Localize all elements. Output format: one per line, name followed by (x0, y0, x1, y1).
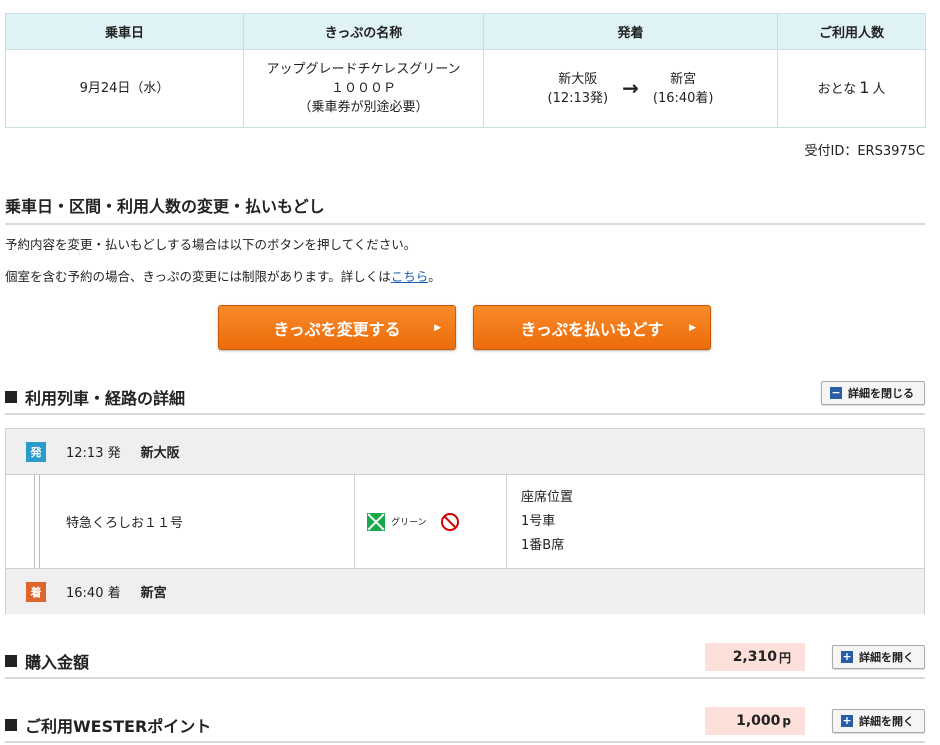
details-link[interactable]: こちら (391, 269, 429, 284)
departure-time: 12:13 発 (66, 446, 121, 461)
passenger-number: 1 (859, 78, 870, 97)
destination: 新宮 (16:40着) (653, 70, 714, 108)
seat-label: 座席位置 (521, 489, 574, 505)
close-details-label: 詳細を閉じる (848, 387, 914, 400)
minus-icon: − (830, 386, 842, 399)
close-details-button[interactable]: − 詳細を閉じる (821, 381, 925, 405)
purchase-section-title-text: 購入金額 (25, 653, 90, 672)
car-number: 1号車 (521, 513, 556, 529)
ticket-name-line2: １０００Ｐ (330, 81, 396, 96)
restriction-text-end: 。 (428, 269, 441, 284)
points-amount-unit: p (782, 714, 791, 728)
change-ticket-label: きっぷを変更する (273, 319, 401, 339)
route-section-title-text: 利用列車・経路の詳細 (25, 389, 186, 408)
refund-ticket-button[interactable]: きっぷを払いもどす ▶ (473, 305, 711, 350)
chevron-right-icon: ▶ (434, 322, 441, 333)
purchase-open-details-button[interactable]: + 詳細を開く (832, 645, 925, 669)
ticket-name-line1: アップグレードチケレスグリーン (266, 62, 461, 77)
points-section-title: ご利用WESTERポイント (5, 713, 211, 737)
origin: 新大阪 (12:13発) (548, 70, 609, 108)
change-ticket-button[interactable]: きっぷを変更する ▶ (218, 305, 456, 350)
reservation-summary-table: 乗車日 きっぷの名称 発着 ご利用人数 9月24日（水） アップグレードチケレス… (5, 13, 926, 128)
departure-row: 発 12:13 発 新大阪 (6, 429, 924, 475)
route-section-title: 利用列車・経路の詳細 (5, 385, 185, 409)
route-section-header: 利用列車・経路の詳細 − 詳細を閉じる (5, 381, 925, 415)
purchase-amount: 2,310 円 (705, 643, 805, 671)
plus-icon: + (841, 714, 853, 727)
destination-station: 新宮 (670, 71, 697, 87)
ticket-name: アップグレードチケレスグリーン １０００Ｐ （乗車券が別途必要） (243, 49, 484, 128)
points-open-details-button[interactable]: + 詳細を開く (832, 709, 925, 733)
ticket-name-line3: （乗車券が別途必要） (298, 100, 429, 115)
chevron-right-icon: ▶ (689, 322, 696, 333)
change-section-title: 乗車日・区間・利用人数の変更・払いもどし (5, 193, 925, 225)
header-ticket-name: きっぷの名称 (243, 13, 484, 50)
points-section-header: ご利用WESTERポイント 1,000 p + 詳細を開く (5, 707, 925, 743)
train-row: 特急くろしお１１号 グリーン 座席位置 1号車 1番B席 (6, 475, 924, 568)
green-car-label: グリーン (391, 518, 427, 528)
ride-date: 9月24日（水） (5, 49, 244, 128)
purchase-amount-value: 2,310 (732, 649, 777, 665)
seat-number: 1番B席 (521, 537, 565, 553)
origin-time: (12:13発) (547, 90, 609, 106)
square-bullet-icon (5, 655, 17, 667)
summary-data-row: 9月24日（水） アップグレードチケレスグリーン １０００Ｐ （乗車券が別途必要… (5, 49, 926, 128)
train-name: 特急くろしお１１号 (6, 475, 355, 568)
change-restriction-note: 個室を含む予約の場合、きっぷの変更には制限があります。詳しくはこちら。 (5, 266, 441, 285)
green-car-icon (367, 512, 385, 531)
plus-icon: + (841, 650, 853, 663)
header-date: 乗車日 (5, 13, 244, 50)
square-bullet-icon (5, 719, 17, 731)
restriction-text: 個室を含む予約の場合、きっぷの変更には制限があります。詳しくは (5, 269, 391, 284)
change-instructions: 予約内容を変更・払いもどしする場合は以下のボタンを押してください。 (5, 237, 417, 252)
arrival-row: 着 16:40 着 新宮 (6, 568, 924, 614)
no-smoking-icon (440, 512, 459, 531)
purchase-amount-unit: 円 (778, 650, 791, 665)
origin-station: 新大阪 (558, 71, 598, 87)
arrival-time: 16:40 着 (66, 586, 121, 601)
passenger-count: おとな 1 人 (777, 49, 926, 128)
destination-time: (16:40着) (652, 90, 714, 106)
purchase-section-title: 購入金額 (5, 649, 89, 673)
header-route: 発着 (483, 13, 778, 50)
passenger-type: おとな (817, 82, 857, 97)
receipt-id: 受付ID：ERS3975C (804, 144, 925, 159)
seat-info: 座席位置 1号車 1番B席 (507, 475, 573, 568)
purchase-section-header: 購入金額 2,310 円 + 詳細を開く (5, 643, 925, 679)
route-cell: 新大阪 (12:13発) → 新宮 (16:40着) (483, 49, 778, 128)
points-open-details-label: 詳細を開く (859, 715, 914, 728)
refund-ticket-label: きっぷを払いもどす (520, 319, 664, 339)
points-section-title-text: ご利用WESTERポイント (25, 717, 212, 736)
purchase-open-details-label: 詳細を開く (859, 651, 914, 664)
arrow-right-icon: → (622, 76, 639, 100)
departure-station: 新大阪 (140, 446, 180, 461)
arrival-station: 新宮 (140, 586, 167, 601)
square-bullet-icon (5, 391, 17, 403)
arrival-badge: 着 (26, 581, 46, 602)
summary-header-row: 乗車日 きっぷの名称 発着 ご利用人数 (5, 13, 926, 50)
passenger-unit: 人 (872, 82, 886, 97)
departure-badge: 発 (26, 441, 46, 462)
train-amenities: グリーン (355, 475, 507, 568)
rail-line (34, 475, 40, 568)
points-amount: 1,000 p (705, 707, 805, 735)
points-amount-value: 1,000 (736, 713, 781, 729)
header-passengers: ご利用人数 (777, 13, 926, 50)
route-detail-panel: 発 12:13 発 新大阪 特急くろしお１１号 グリーン 座席位置 1号車 1番… (5, 428, 925, 614)
